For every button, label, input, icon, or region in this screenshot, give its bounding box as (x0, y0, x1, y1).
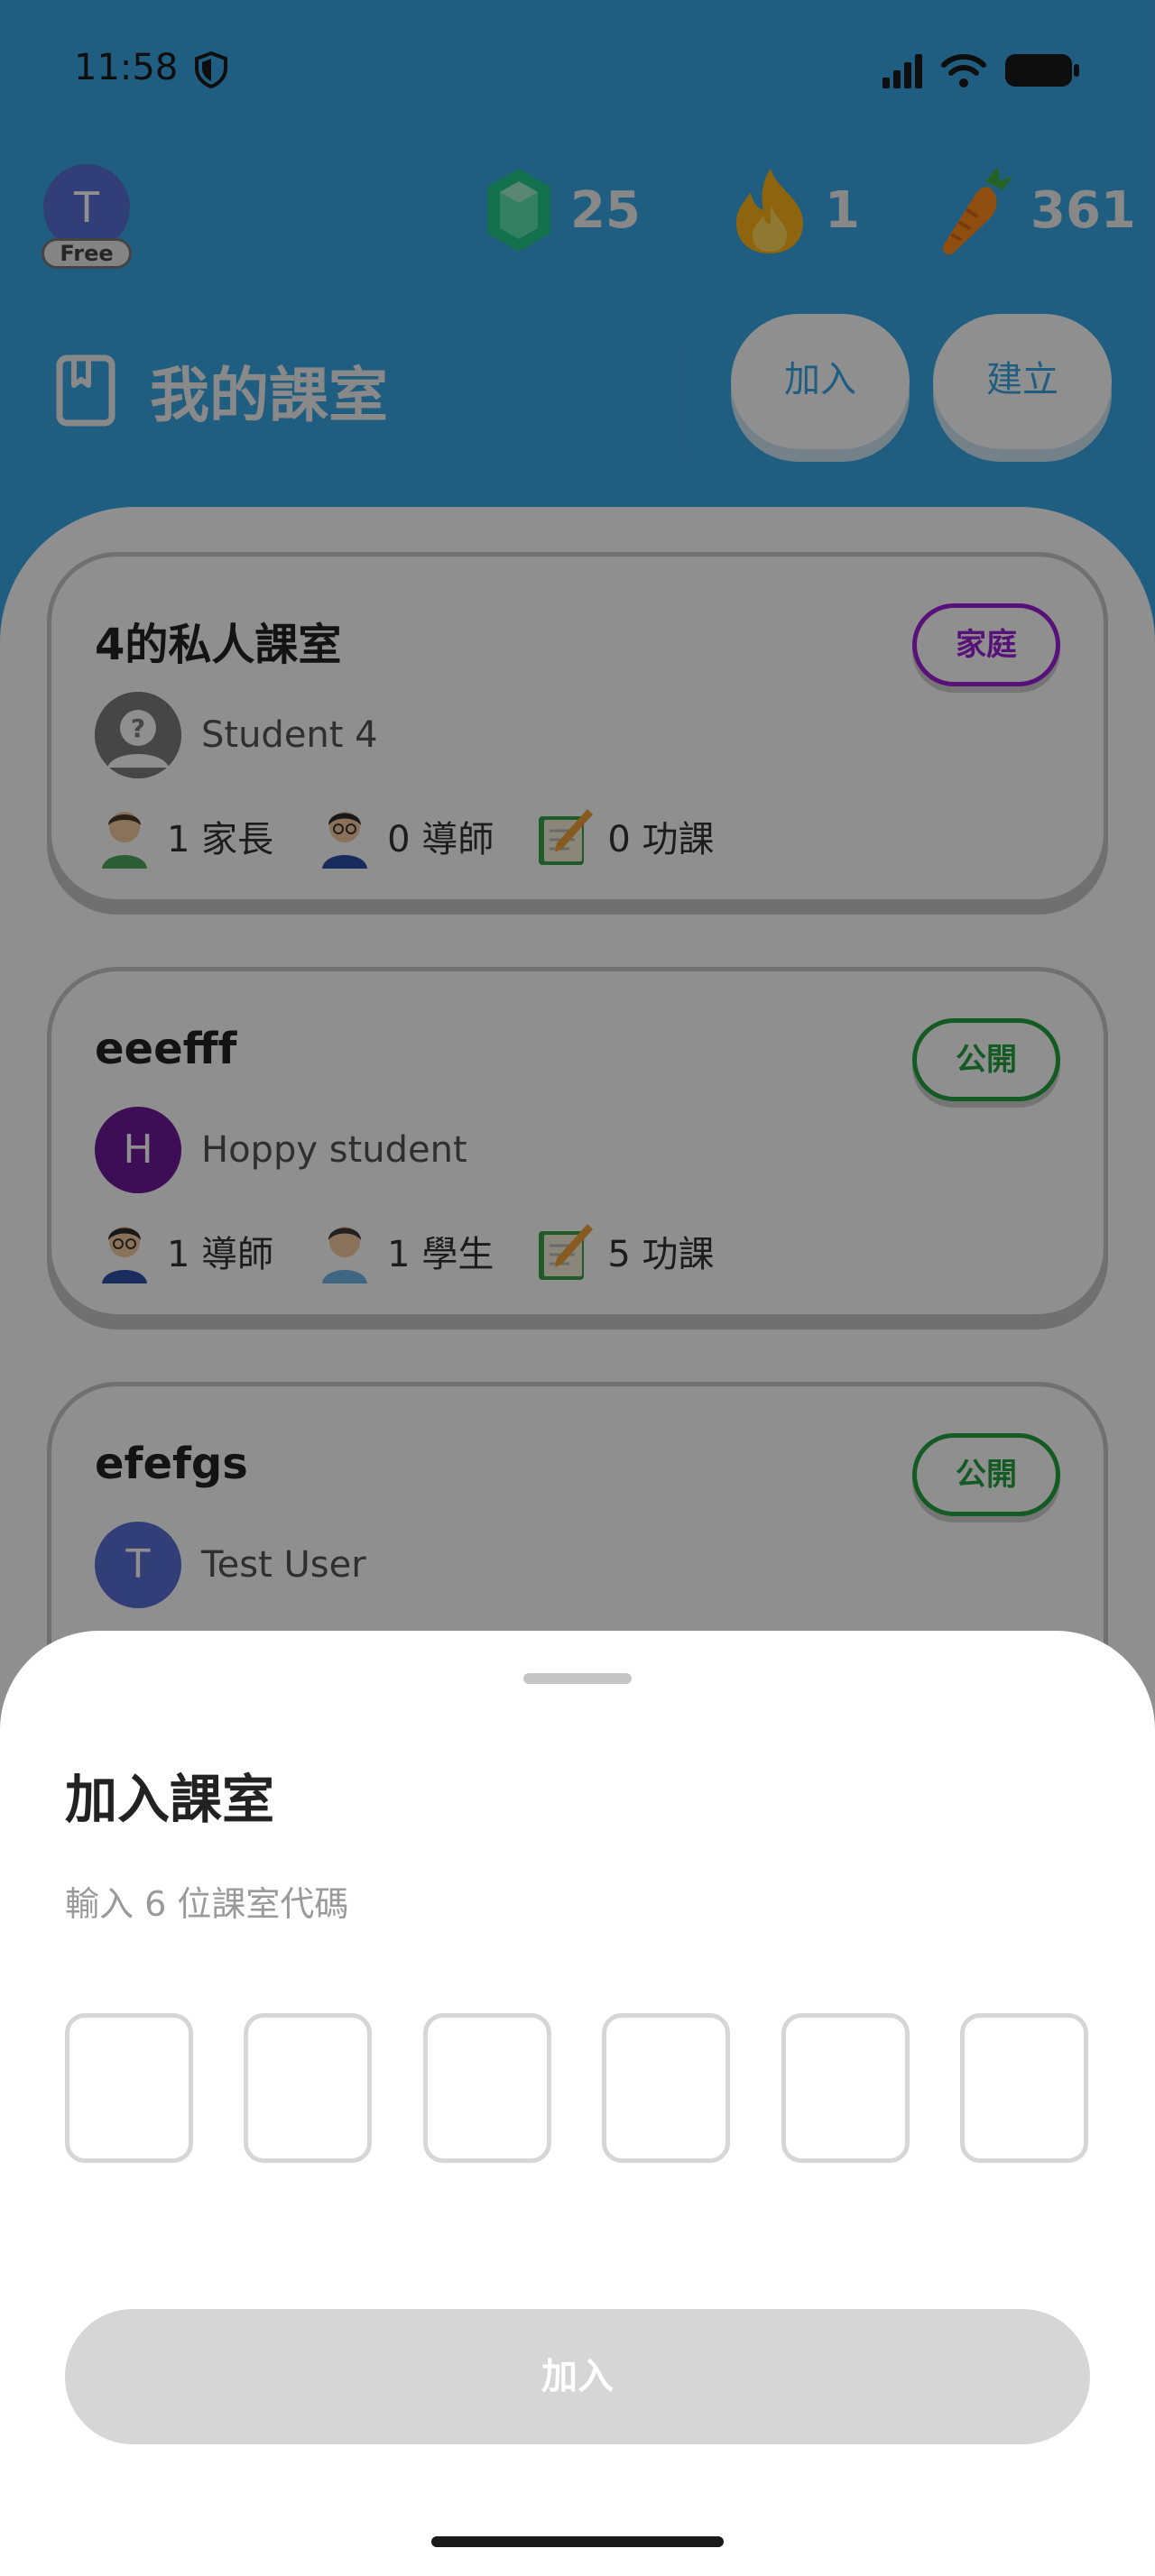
join-submit-button[interactable]: 加入 (65, 2309, 1090, 2444)
home-indicator (431, 2536, 724, 2547)
sheet-drag-handle[interactable] (523, 1673, 632, 1684)
code-digit-input[interactable] (423, 2013, 551, 2163)
code-digit-input[interactable] (960, 2013, 1088, 2163)
sheet-title: 加入課室 (65, 1769, 275, 1830)
code-digit-input[interactable] (244, 2013, 372, 2163)
code-digit-input[interactable] (602, 2013, 730, 2163)
sheet-subtitle: 輸入 6 位課室代碼 (65, 1884, 349, 1924)
code-digit-input[interactable] (781, 2013, 910, 2163)
code-digit-input[interactable] (65, 2013, 193, 2163)
